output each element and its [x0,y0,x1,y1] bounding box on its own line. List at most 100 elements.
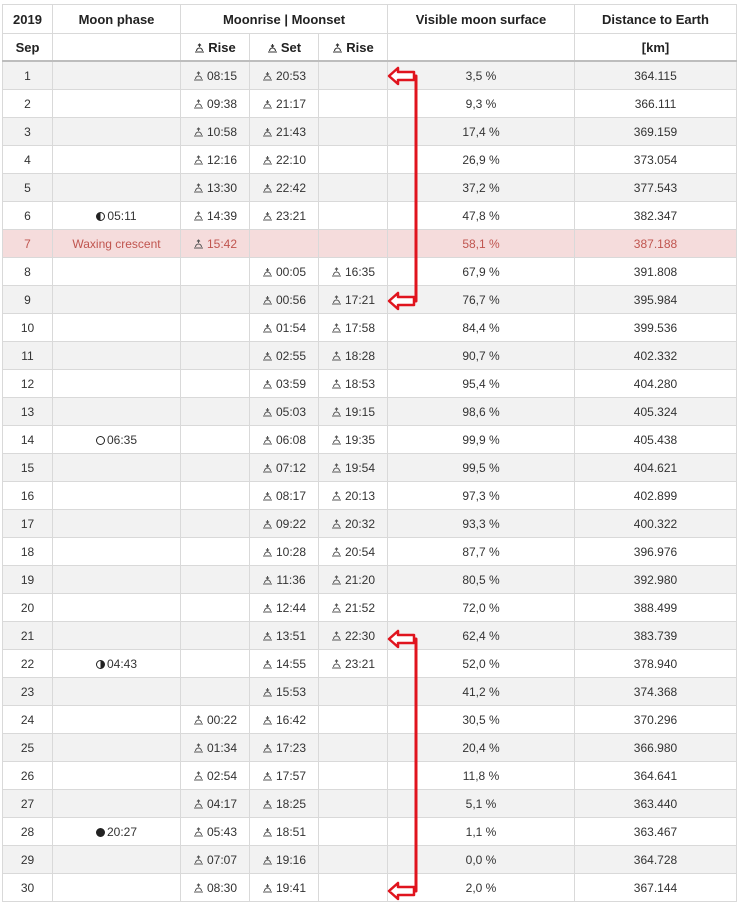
surface-value: 67,9 % [462,264,500,279]
set-cell: 23:21 [249,201,319,230]
surface-value: 80,5 % [462,572,500,587]
day-cell: 2 [2,89,53,118]
set-cell: 17:23 [249,733,319,762]
surface-value: 58,1 % [462,236,500,251]
moonrise-icon [193,126,203,136]
phase-cell: 20:27 [52,817,181,846]
set-time: 17:57 [275,768,307,783]
surface-cell: 5,1 % [387,789,575,818]
moonset-icon [262,519,272,528]
day-cell: 11 [2,341,53,370]
moonset-icon [262,463,272,472]
distance-value: 383.739 [633,628,678,643]
rise-cell [180,257,250,286]
rise2-cell [318,789,388,818]
surface-cell: 90,7 % [387,341,575,370]
moonset-icon [262,435,272,444]
rise-cell: 15:42 [180,229,250,258]
distance-value: 402.899 [633,488,678,503]
surface-value: 1,1 % [465,824,497,839]
day-value: 16 [20,488,35,503]
set-cell: 17:57 [249,761,319,790]
moonrise-icon [331,546,341,556]
rise-cell [180,565,250,594]
day-value: 27 [20,796,35,811]
surface-cell: 62,4 % [387,621,575,650]
surface-cell: 76,7 % [387,285,575,314]
phase-cell [52,313,181,342]
distance-value: 402.332 [633,348,678,363]
set-cell: 22:10 [249,145,319,174]
distance-value: 377.543 [633,180,678,195]
set-time: 22:10 [275,152,307,167]
distance-value: 370.296 [633,712,678,727]
moonrise-icon [193,182,203,192]
phase-cell [52,453,181,482]
moonrise-icon [193,238,203,248]
distance-cell: 367.144 [574,873,737,902]
surface-value: 52,0 % [462,656,500,671]
set-time: 22:42 [275,180,307,195]
rise2-time: 18:28 [344,348,376,363]
surface-value: 3,5 % [465,68,497,83]
surface-value: 90,7 % [462,348,500,363]
surface-subheader [387,33,575,62]
rise2-cell [318,677,388,706]
phase-cell [52,341,181,370]
rise-cell [180,397,250,426]
rise2-cell [318,89,388,118]
set-time: 12:44 [275,600,307,615]
phase-cell [52,89,181,118]
distance-cell: 364.115 [574,60,737,90]
day-cell: 8 [2,257,53,286]
phase-cell [52,565,181,594]
surface-cell: 41,2 % [387,677,575,706]
rise2-time: 19:15 [344,404,376,419]
day-value: 8 [24,264,31,279]
distance-value: 364.728 [633,852,678,867]
table-row: 17 09:22 20:32 93,3 % 400.322 [2,509,737,538]
rise2-cell [318,705,388,734]
day-value: 30 [20,880,35,895]
surface-cell: 98,6 % [387,397,575,426]
header-row-1: 2019 Moon phase Moonrise | Moonset Visib… [2,4,737,34]
surface-cell: 37,2 % [387,173,575,202]
table-row: 5 13:30 22:42 37,2 % 377.543 [2,173,737,202]
phase-cell [52,285,181,314]
moonrise-icon [331,602,341,612]
set-cell: 19:41 [249,873,319,902]
moonset-icon [262,687,272,696]
set-cell: 20:53 [249,60,319,90]
moonset-icon [262,183,272,192]
set-cell: 18:51 [249,817,319,846]
surface-value: 26,9 % [462,152,500,167]
rise2-cell [318,761,388,790]
day-value: 24 [20,712,35,727]
set-cell: 07:12 [249,453,319,482]
moonset-icon [262,827,272,836]
phase-cell: Waxing crescent [52,229,181,258]
distance-value: 367.144 [633,880,678,895]
moon-phase-header: Moon phase [52,4,181,34]
table-row: 20 12:44 21:52 72,0 % 388.499 [2,593,737,622]
moonrise-icon [331,350,341,360]
rise-time: 14:39 [206,208,238,223]
day-cell: 26 [2,761,53,790]
set-cell: 18:25 [249,789,319,818]
moonset-icon [262,855,272,864]
set-cell: 08:17 [249,481,319,510]
surface-cell: 93,3 % [387,509,575,538]
phase-cell [52,733,181,762]
table-row: 1 08:15 20:53 3,5 % 364.115 [2,60,737,90]
day-cell: 10 [2,313,53,342]
rise-cell [180,369,250,398]
day-cell: 13 [2,397,53,426]
set-header-label: Set [280,39,302,55]
moonrise-icon [195,42,205,53]
set-cell: 22:42 [249,173,319,202]
rise-cell: 14:39 [180,201,250,230]
month-header: Sep [2,33,53,62]
day-value: 18 [20,544,35,559]
rise-time: 07:07 [206,852,238,867]
phase-cell [52,145,181,174]
